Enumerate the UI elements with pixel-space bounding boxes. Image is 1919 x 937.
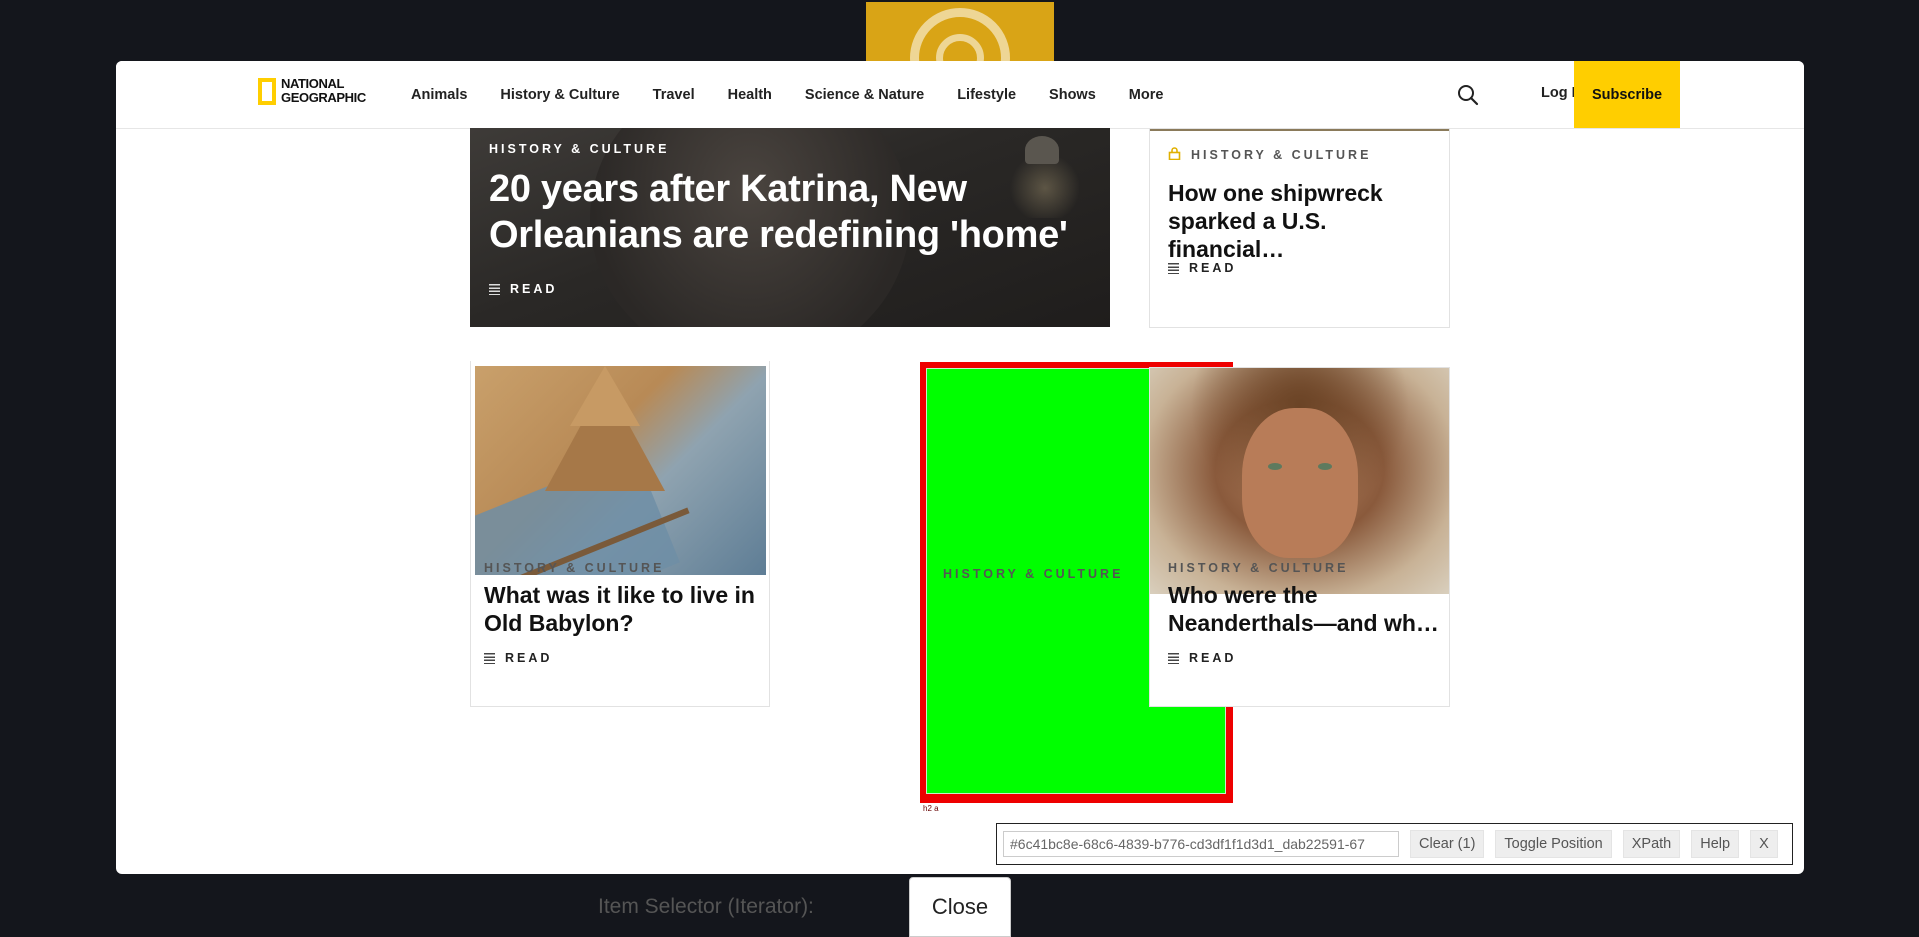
face-shape: [1242, 408, 1358, 558]
ziggurat-top-shape: [570, 366, 640, 426]
preview-modal: NATIONAL GEOGRAPHIC Animals History & Cu…: [116, 61, 1804, 874]
card-category-label: HISTORY & CULTURE: [1191, 148, 1372, 162]
article-lines-icon: [1168, 262, 1179, 274]
hero-category: HISTORY & CULTURE: [489, 142, 670, 156]
nav-item-more[interactable]: More: [1129, 87, 1164, 103]
card-read-label: READ: [505, 651, 553, 665]
element-tag-label: h2 a: [923, 804, 939, 813]
main-nav: Animals History & Culture Travel Health …: [411, 61, 1196, 128]
xpath-button[interactable]: XPath: [1622, 830, 1681, 858]
hero-read-link[interactable]: READ: [489, 282, 557, 296]
card-category: HISTORY & CULTURE: [1168, 147, 1371, 162]
card-image-edge: [1150, 129, 1449, 131]
card-title[interactable]: Who were the Neanderthals—and wh…: [1168, 581, 1443, 637]
card-read-link[interactable]: READ: [484, 651, 552, 665]
brand-name: NATIONAL GEOGRAPHIC: [281, 76, 366, 105]
card-read-link[interactable]: READ: [1168, 261, 1236, 275]
card-read-link[interactable]: READ: [1168, 651, 1236, 665]
background-logo: [866, 2, 1054, 66]
site-header: NATIONAL GEOGRAPHIC Animals History & Cu…: [116, 61, 1804, 129]
eye-shape: [1268, 463, 1282, 470]
card-title[interactable]: How one shipwreck sparked a U.S. financi…: [1168, 179, 1438, 263]
hero-read-label: READ: [510, 282, 558, 296]
clear-button[interactable]: Clear (1): [1410, 830, 1485, 858]
natgeo-logo[interactable]: NATIONAL GEOGRAPHIC: [258, 77, 366, 105]
hero-lamp: [1025, 136, 1059, 164]
hero-title[interactable]: 20 years after Katrina, New Orleanians a…: [489, 166, 1099, 258]
help-button[interactable]: Help: [1691, 830, 1740, 858]
selector-input[interactable]: [1003, 831, 1399, 857]
card-read-label: READ: [1189, 261, 1237, 275]
card-category: HISTORY & CULTURE: [943, 567, 1124, 581]
hero-card-katrina[interactable]: HISTORY & CULTURE 20 years after Katrina…: [470, 128, 1110, 327]
nav-item-history-culture[interactable]: History & Culture: [500, 87, 619, 103]
close-toolbar-button[interactable]: X: [1750, 830, 1778, 858]
close-button[interactable]: Close: [909, 877, 1011, 937]
lock-icon: [1168, 147, 1181, 160]
eye-shape: [1318, 463, 1332, 470]
nav-item-health[interactable]: Health: [728, 87, 772, 103]
nav-item-lifestyle[interactable]: Lifestyle: [957, 87, 1016, 103]
selector-toolbar: Clear (1) Toggle Position XPath Help X: [996, 823, 1793, 865]
iterator-label: Item Selector (Iterator):: [598, 895, 814, 918]
card-title[interactable]: What was it like to live in Old Babylon?: [484, 581, 764, 637]
card-read-label: READ: [1189, 651, 1237, 665]
yellow-border-icon: [258, 77, 276, 105]
card-category: HISTORY & CULTURE: [1168, 561, 1349, 575]
nav-item-science-nature[interactable]: Science & Nature: [805, 87, 924, 103]
article-lines-icon: [484, 652, 495, 664]
nav-item-animals[interactable]: Animals: [411, 87, 467, 103]
nav-item-shows[interactable]: Shows: [1049, 87, 1096, 103]
babylon-image[interactable]: [475, 366, 766, 575]
subscribe-button[interactable]: Subscribe: [1574, 61, 1680, 128]
nav-item-travel[interactable]: Travel: [653, 87, 695, 103]
search-icon[interactable]: [1456, 83, 1480, 107]
card-shipwreck[interactable]: HISTORY & CULTURE How one shipwreck spar…: [1149, 128, 1450, 328]
article-lines-icon: [1168, 652, 1179, 664]
article-lines-icon: [489, 283, 500, 295]
toggle-position-button[interactable]: Toggle Position: [1495, 830, 1612, 858]
card-category: HISTORY & CULTURE: [484, 561, 665, 575]
